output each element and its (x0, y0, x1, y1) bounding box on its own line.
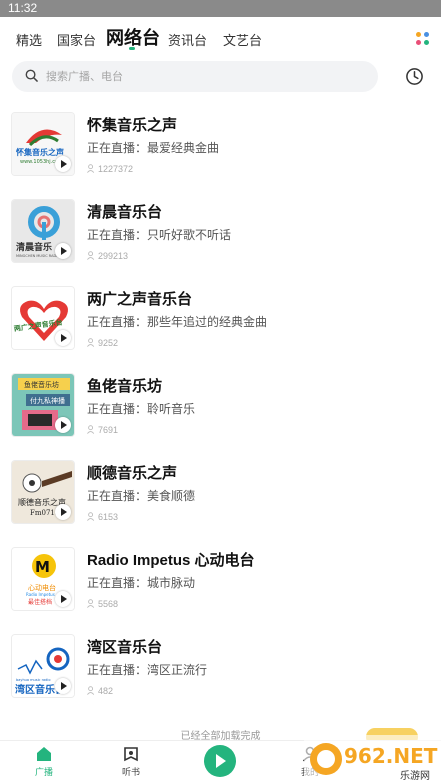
station-cover: 清晨音乐 MINGCHEN MUSIC RADIO (11, 199, 75, 263)
now-playing: 正在直播：最爱经典金曲 (87, 141, 220, 155)
category-grid-icon[interactable] (416, 32, 430, 46)
station-cover: bayhua music radio 湾区音乐台 (11, 634, 75, 698)
now-playing: 正在直播：聆听音乐 (87, 402, 196, 416)
listener-icon (87, 251, 95, 260)
play-icon[interactable] (55, 243, 71, 259)
status-bar: 11:32 (0, 0, 441, 17)
listener-count: 482 (87, 686, 113, 696)
listener-icon (87, 686, 95, 695)
now-playing: 正在直播：美食顺德 (87, 489, 196, 503)
watermark-logo: 962.NET 乐游网 (304, 735, 441, 784)
station-item[interactable]: 鱼佬音乐坊 付九私神播 鱼佬音乐坊 正在直播：聆听音乐 7691 (0, 371, 441, 451)
station-item[interactable]: 两广之声音乐台 两广之声音乐台 正在直播：那些年追过的经典金曲 9252 (0, 284, 441, 364)
tab-national[interactable]: 国家台 (57, 30, 96, 49)
listener-count: 1227372 (87, 164, 133, 174)
tab-featured[interactable]: 精选 (16, 30, 42, 49)
now-playing-button[interactable] (204, 745, 236, 777)
listener-icon (87, 512, 95, 521)
svg-text:最佳搭档: 最佳搭档 (28, 598, 52, 606)
book-headphone-icon (124, 747, 138, 762)
listener-count: 5568 (87, 599, 118, 609)
listener-icon (87, 338, 95, 347)
listener-count: 9252 (87, 338, 118, 348)
station-cover: 两广之声音乐台 (11, 286, 75, 350)
now-playing: 正在直播：那些年追过的经典金曲 (87, 315, 268, 329)
station-cover: 怀集音乐之声 www.1053hj.com (11, 112, 75, 176)
nav-audiobook-label: 听书 (121, 767, 140, 777)
station-name: 湾区音乐台 (87, 639, 163, 656)
station-name: 清晨音乐台 (87, 204, 163, 221)
listener-icon (87, 425, 95, 434)
svg-text:鱼佬音乐坊: 鱼佬音乐坊 (24, 380, 59, 389)
now-playing: 正在直播：只听好歌不听话 (87, 228, 232, 242)
station-name: 顺德音乐之声 (87, 465, 178, 482)
listener-icon (87, 164, 95, 173)
svg-text:MINGCHEN MUSIC RADIO: MINGCHEN MUSIC RADIO (16, 254, 60, 258)
svg-text:怀集音乐之声: 怀集音乐之声 (16, 147, 64, 157)
station-item[interactable]: 顺德音乐之声 Fm0713 顺德音乐之声 正在直播：美食顺德 6153 (0, 458, 441, 538)
station-name: 怀集音乐之声 (87, 117, 178, 134)
svg-text:心动电台: 心动电台 (28, 583, 56, 592)
station-cover: 鱼佬音乐坊 付九私神播 (11, 373, 75, 437)
nav-broadcast[interactable]: 广播 (14, 745, 74, 778)
station-name: 两广之声音乐台 (87, 291, 193, 308)
svg-text:付九私神播: 付九私神播 (30, 396, 65, 405)
station-name: 鱼佬音乐坊 (87, 378, 163, 395)
station-cover: 顺德音乐之声 Fm0713 (11, 460, 75, 524)
nav-audiobook[interactable]: 听书 (101, 745, 161, 778)
station-item[interactable]: 怀集音乐之声 www.1053hj.com 怀集音乐之声 正在直播：最爱经典金曲… (0, 110, 441, 190)
station-item[interactable]: bayhua music radio 湾区音乐台 湾区音乐台 正在直播：湾区正流… (0, 632, 441, 712)
station-item[interactable]: 清晨音乐 MINGCHEN MUSIC RADIO 清晨音乐台 正在直播：只听好… (0, 197, 441, 277)
home-icon (37, 747, 51, 761)
listener-count: 299213 (87, 251, 128, 261)
active-tab-indicator (129, 47, 135, 50)
now-playing: 正在直播：城市脉动 (87, 576, 196, 590)
svg-text:M: M (35, 558, 50, 576)
play-icon[interactable] (55, 678, 71, 694)
play-icon[interactable] (55, 591, 71, 607)
tab-arts[interactable]: 文艺台 (223, 30, 262, 49)
play-icon[interactable] (55, 330, 71, 346)
play-icon[interactable] (55, 156, 71, 172)
listener-count: 6153 (87, 512, 118, 522)
svg-text:Radio Impetus: Radio Impetus (26, 592, 55, 597)
station-cover: M 心动电台 Radio Impetus 最佳搭档 (11, 547, 75, 611)
now-playing: 正在直播：湾区正流行 (87, 663, 208, 677)
play-icon[interactable] (55, 504, 71, 520)
search-bar[interactable] (12, 61, 378, 92)
listener-icon (87, 599, 95, 608)
category-tabs: 精选 国家台 网络台 资讯台 文艺台 (0, 24, 441, 56)
svg-text:清晨音乐: 清晨音乐 (16, 241, 52, 253)
station-name: Radio Impetus 心动电台 (87, 552, 255, 569)
svg-text:962.NET: 962.NET (344, 744, 438, 768)
tab-news[interactable]: 资讯台 (168, 30, 207, 49)
nav-broadcast-label: 广播 (34, 767, 53, 777)
status-time: 11:32 (8, 1, 38, 15)
history-clock-icon[interactable] (405, 67, 424, 86)
listener-count: 7691 (87, 425, 118, 435)
svg-text:乐游网: 乐游网 (400, 769, 430, 782)
play-icon[interactable] (55, 417, 71, 433)
station-item[interactable]: M 心动电台 Radio Impetus 最佳搭档 Radio Impetus … (0, 545, 441, 625)
svg-text:bayhua music radio: bayhua music radio (16, 678, 51, 682)
search-icon (25, 69, 38, 82)
search-input[interactable] (46, 61, 346, 92)
